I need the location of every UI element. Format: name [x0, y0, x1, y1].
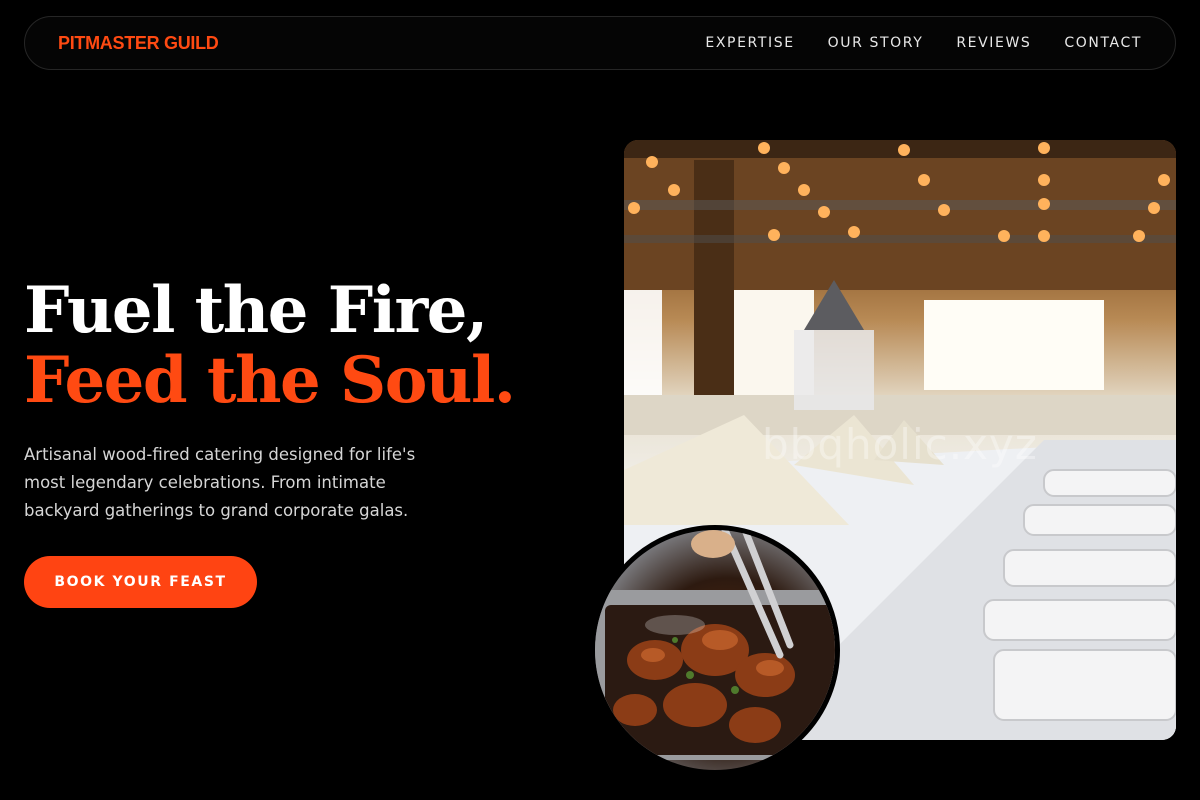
- grilled-meat-illustration: [595, 530, 835, 760]
- hero-subtitle: Artisanal wood-fired catering designed f…: [24, 445, 416, 520]
- book-feast-button[interactable]: BOOK YOUR FEAST: [24, 556, 257, 608]
- top-navbar: PITMASTER GUILD EXPERTISE OUR STORY REVI…: [24, 16, 1176, 70]
- photo-watermark: bbqholic.xyz: [762, 420, 1038, 469]
- brand-logo[interactable]: PITMASTER GUILD: [58, 33, 219, 54]
- nav-link-our-story[interactable]: OUR STORY: [828, 35, 924, 51]
- hero-headline: Fuel the Fire, Feed the Soul.: [24, 273, 516, 418]
- headline-line-2: Feed the Soul.: [24, 343, 516, 418]
- grilled-meat-photo: [590, 525, 840, 775]
- nav-link-reviews[interactable]: REVIEWS: [956, 35, 1031, 51]
- nav-link-contact[interactable]: CONTACT: [1064, 35, 1142, 51]
- nav-links: EXPERTISE OUR STORY REVIEWS CONTACT: [705, 35, 1142, 51]
- nav-link-expertise[interactable]: EXPERTISE: [705, 35, 794, 51]
- headline-line-1: Fuel the Fire,: [24, 273, 488, 348]
